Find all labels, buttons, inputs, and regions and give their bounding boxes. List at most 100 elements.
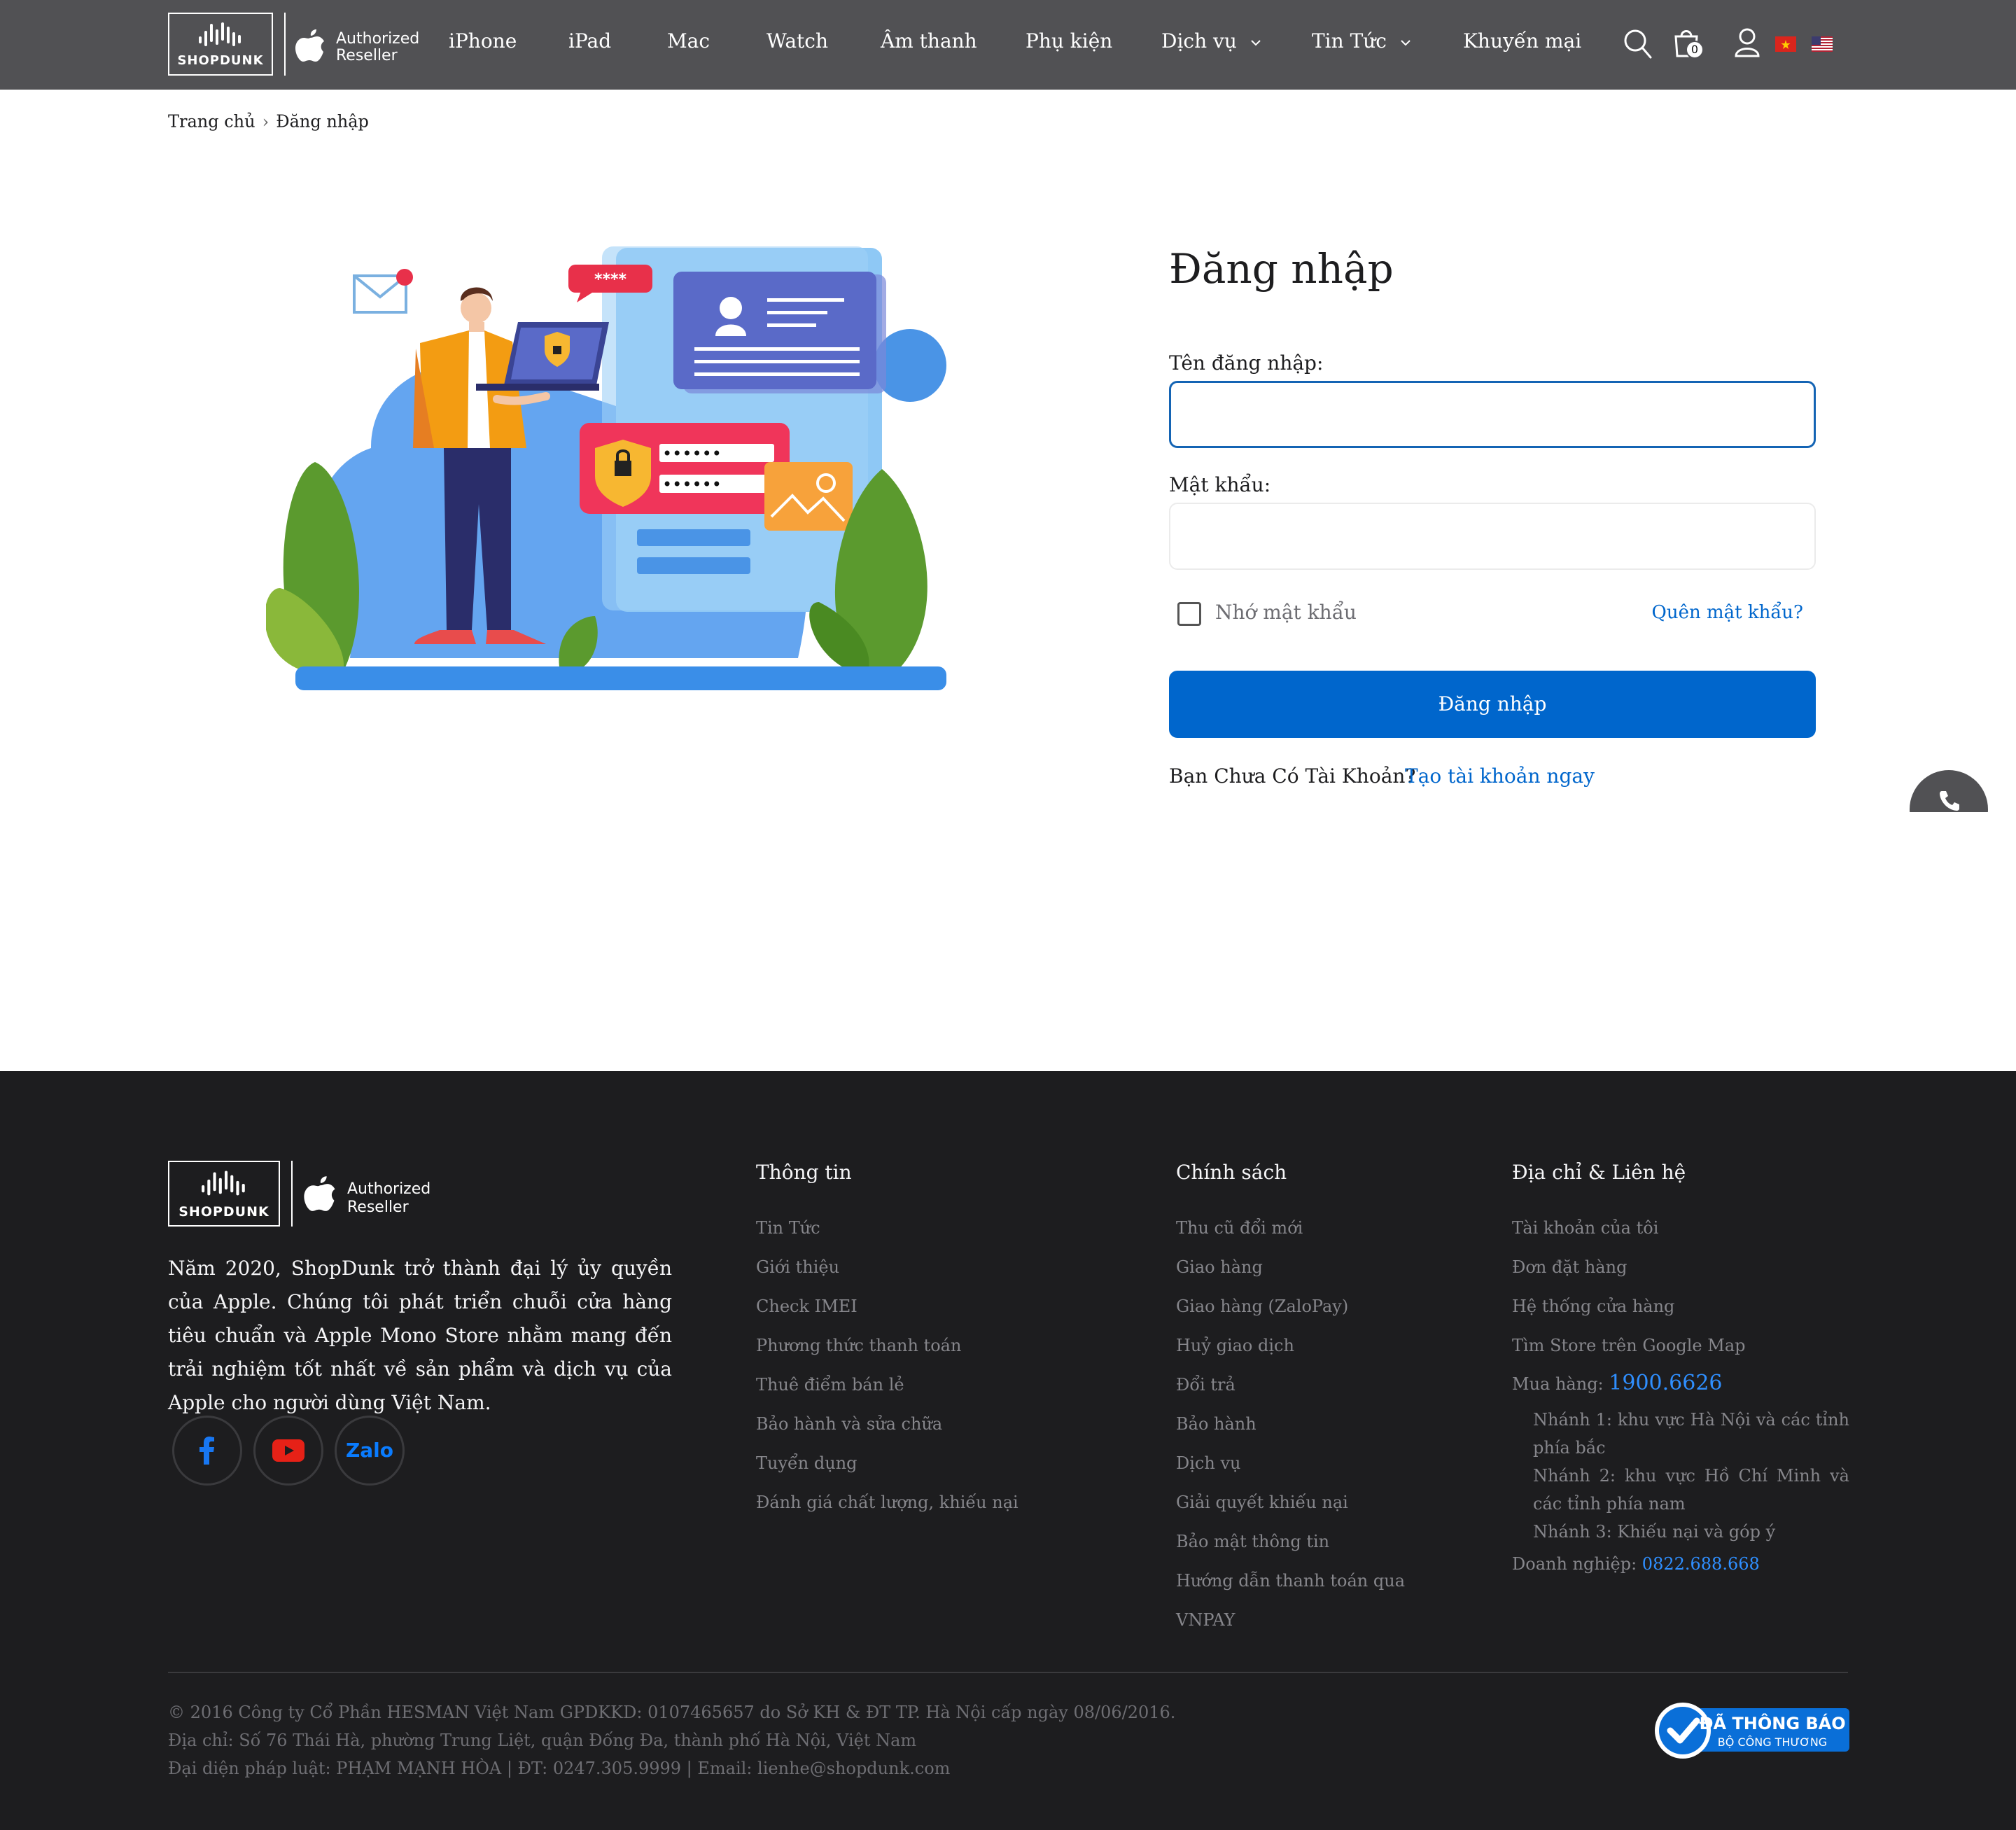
remember-checkbox[interactable]	[1177, 602, 1201, 626]
business-row: Doanh nghiệp: 0822.688.668	[1512, 1554, 1760, 1574]
call-button[interactable]	[1910, 770, 1988, 812]
bo-cong-thuong-badge[interactable]: ĐÃ THÔNG BÁO BỘ CÔNG THƯƠNG	[1653, 1701, 1849, 1760]
apple-icon	[295, 29, 324, 62]
apple-icon	[304, 1176, 335, 1211]
chevron-down-icon	[1251, 39, 1261, 46]
badge-line1: ĐÃ THÔNG BÁO	[1699, 1712, 1845, 1733]
phone-icon	[1940, 791, 1959, 811]
nav-mac[interactable]: Mac	[667, 29, 710, 53]
footer-link-store-system[interactable]: Hệ thống cửa hàng	[1512, 1297, 1674, 1316]
footer-authorized-line1: Authorized	[347, 1180, 431, 1198]
password-label: Mật khẩu:	[1169, 473, 1271, 496]
nav-am-thanh[interactable]: Âm thanh	[881, 29, 977, 53]
forgot-password-link[interactable]: Quên mật khẩu?	[1652, 602, 1803, 623]
zalo-button[interactable]: Zalo	[335, 1416, 405, 1486]
no-account-text: Bạn Chưa Có Tài Khoản?	[1169, 764, 1416, 788]
logo-text: SHOPDUNK	[177, 53, 264, 68]
breadcrumb-current: Đăng nhập	[276, 111, 369, 132]
buy-hotline-row: Mua hàng: 1900.6626	[1512, 1371, 1723, 1395]
chevron-down-icon	[1401, 39, 1410, 46]
footer-link-privacy[interactable]: Bảo mật thông tin	[1176, 1532, 1329, 1551]
logo-wave-icon	[199, 22, 241, 46]
footer-link-returns[interactable]: Đổi trả	[1176, 1375, 1236, 1395]
create-account-link[interactable]: Tạo tài khoản ngay	[1405, 764, 1595, 788]
password-input[interactable]	[1169, 503, 1816, 570]
vietnam-flag-icon[interactable]	[1775, 36, 1796, 52]
logo-wave-icon	[202, 1171, 245, 1196]
footer-link-services[interactable]: Dịch vụ	[1176, 1453, 1240, 1473]
nav-tin-tuc-label: Tin Tức	[1312, 29, 1387, 53]
footer-authorized-reseller: Authorized Reseller	[347, 1180, 430, 1217]
footer-logo-text: SHOPDUNK	[178, 1204, 270, 1220]
business-label: Doanh nghiệp:	[1512, 1554, 1637, 1574]
branch-2: Nhánh 2: khu vực Hồ Chí Minh và các tỉnh…	[1533, 1466, 1849, 1514]
footer-contact-title: Địa chỉ & Liên hệ	[1512, 1161, 1686, 1184]
login-title: Đăng nhập	[1169, 245, 1394, 293]
login-button[interactable]: Đăng nhập	[1169, 671, 1816, 738]
search-icon[interactable]	[1623, 27, 1653, 60]
logo-divider	[284, 13, 286, 76]
footer-link-delivery-zalopay[interactable]: Giao hàng (ZaloPay)	[1176, 1297, 1348, 1316]
copyright-line-2: Địa chỉ: Số 76 Thái Hà, phường Trung Liệ…	[168, 1731, 917, 1750]
footer-link-retail-rental[interactable]: Thuê điểm bán lẻ	[756, 1375, 904, 1395]
facebook-icon	[200, 1437, 214, 1465]
footer-link-gioi-thieu[interactable]: Giới thiệu	[756, 1257, 839, 1277]
shopdunk-logo[interactable]: SHOPDUNK	[168, 13, 273, 76]
youtube-icon	[272, 1439, 304, 1462]
footer-info-title: Thông tin	[756, 1161, 852, 1184]
footer-link-careers[interactable]: Tuyển dụng	[756, 1453, 858, 1473]
footer-link-delivery[interactable]: Giao hàng	[1176, 1257, 1263, 1277]
nav-dich-vu-label: Dịch vụ	[1161, 29, 1237, 53]
footer-link-cancel-transaction[interactable]: Huỷ giao dịch	[1176, 1336, 1294, 1355]
youtube-button[interactable]	[253, 1416, 323, 1486]
nav-ipad[interactable]: iPad	[568, 29, 611, 53]
badge-line2: BỘ CÔNG THƯƠNG	[1718, 1735, 1827, 1749]
footer-link-warranty[interactable]: Bảo hành	[1176, 1414, 1256, 1434]
breadcrumb-home[interactable]: Trang chủ	[168, 112, 255, 132]
copyright-line-1: © 2016 Công ty Cổ Phần HESMAN Việt Nam G…	[168, 1703, 1176, 1722]
facebook-button[interactable]	[172, 1416, 242, 1486]
footer-link-orders[interactable]: Đơn đặt hàng	[1512, 1257, 1627, 1277]
cart-count-badge: 0	[1686, 41, 1704, 59]
footer-link-vnpay-guide[interactable]: Hướng dẫn thanh toán qua	[1176, 1571, 1405, 1591]
copyright-line-3: Đại diện pháp luật: PHẠM MẠNH HÒA | ĐT: …	[168, 1759, 951, 1778]
breadcrumb-separator: ›	[262, 111, 270, 132]
nav-watch[interactable]: Watch	[766, 29, 828, 53]
nav-khuyen-mai[interactable]: Khuyến mại	[1463, 29, 1581, 53]
authorized-reseller-text: Authorized Reseller	[336, 31, 419, 64]
business-phone[interactable]: 0822.688.668	[1642, 1554, 1760, 1574]
footer-policy-title: Chính sách	[1176, 1161, 1287, 1184]
footer-divider	[168, 1672, 1848, 1673]
branch-3: Nhánh 3: Khiếu nại và góp ý	[1533, 1522, 1776, 1542]
username-input[interactable]	[1169, 381, 1816, 448]
footer-link-trade-in[interactable]: Thu cũ đổi mới	[1176, 1218, 1303, 1238]
site-header: SHOPDUNK Authorized Reseller iPhone iPad…	[0, 0, 2016, 90]
nav-dich-vu[interactable]: Dịch vụ	[1161, 29, 1261, 53]
footer-link-google-map[interactable]: Tìm Store trên Google Map	[1512, 1336, 1746, 1355]
branch-1: Nhánh 1: khu vực Hà Nội và các tỉnh phía…	[1533, 1410, 1849, 1458]
footer-link-vnpay[interactable]: VNPAY	[1176, 1610, 1235, 1630]
nav-iphone[interactable]: iPhone	[449, 29, 517, 53]
password-dots-2: ••••••	[662, 475, 722, 494]
password-bubble-text: ****	[594, 271, 627, 288]
authorized-line2: Reseller	[336, 47, 398, 64]
nav-tin-tuc[interactable]: Tin Tức	[1312, 29, 1411, 53]
footer-link-feedback[interactable]: Đánh giá chất lượng, khiếu nại	[756, 1493, 1018, 1512]
us-flag-icon[interactable]	[1812, 36, 1833, 52]
user-icon[interactable]	[1733, 27, 1761, 59]
zalo-label: Zalo	[345, 1439, 394, 1462]
footer-link-complaints[interactable]: Giải quyết khiếu nại	[1176, 1493, 1348, 1512]
username-label: Tên đăng nhập:	[1169, 351, 1324, 375]
hotline-number[interactable]: 1900.6626	[1609, 1371, 1722, 1395]
login-illustration: **** •••••• ••••••	[266, 246, 946, 690]
footer-authorized-line2: Reseller	[347, 1199, 409, 1216]
breadcrumb: Trang chủ › Đăng nhập	[168, 111, 369, 132]
footer-link-warranty-repair[interactable]: Bảo hành và sửa chữa	[756, 1414, 942, 1434]
footer-link-my-account[interactable]: Tài khoản của tôi	[1512, 1218, 1658, 1238]
footer-link-payment-methods[interactable]: Phương thức thanh toán	[756, 1336, 961, 1355]
remember-label[interactable]: Nhớ mật khẩu	[1215, 601, 1357, 624]
footer-link-tin-tuc[interactable]: Tin Tức	[756, 1218, 820, 1238]
nav-phu-kien[interactable]: Phụ kiện	[1026, 29, 1112, 53]
footer-shopdunk-logo[interactable]: SHOPDUNK	[168, 1161, 280, 1227]
footer-link-check-imei[interactable]: Check IMEI	[756, 1297, 858, 1316]
